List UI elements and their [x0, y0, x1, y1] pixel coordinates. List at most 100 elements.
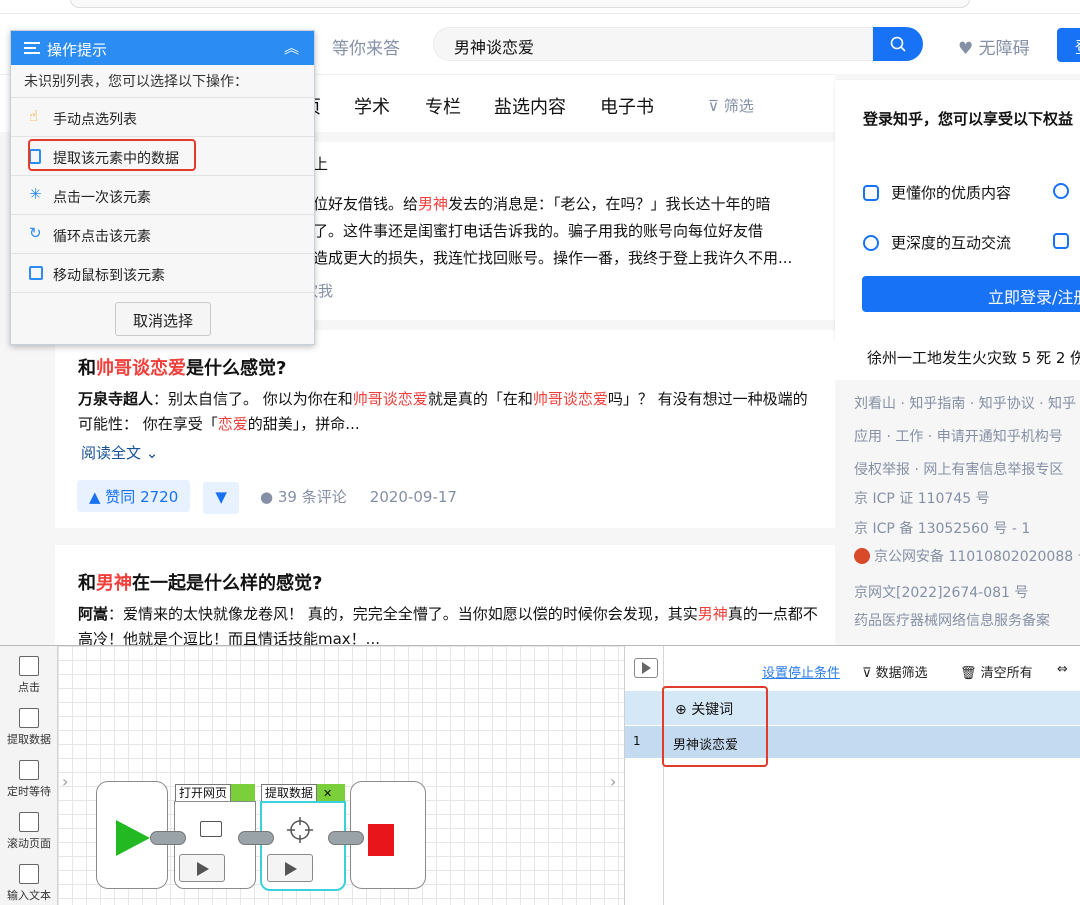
footer-line-5[interactable]: 京 ICP 备 13052560 号 - 1 [854, 518, 1030, 538]
comments-link[interactable]: ● 39 条评论 [260, 488, 347, 506]
extract-run-button[interactable] [267, 854, 313, 882]
footer-line-3[interactable]: 侵权举报 · 网上有害信息举报专区 [854, 459, 1063, 479]
browser-window-icon [200, 821, 222, 837]
search-icon [890, 36, 906, 52]
extract-label: 提取数据 ✕ [261, 784, 345, 802]
search-value: 男神谈恋爱 [454, 38, 535, 57]
loop-click-icon: ↻ [29, 224, 42, 242]
tool-wait[interactable]: 定时等待 [0, 760, 58, 799]
filter-button[interactable]: ⊽ 筛选 [708, 95, 754, 116]
connector-2 [238, 831, 274, 845]
tab-academic[interactable]: 学术 [354, 93, 390, 119]
cancel-selection-button[interactable]: 取消选择 [115, 302, 211, 336]
data-toolbar: 设置停止条件 ⊽ 数据筛选 🗑 清空所有 ⇔ [625, 646, 1080, 686]
answer-card-3: 和男神在一起是什么样的感觉? 阿嵩：爱情来的太快就像龙卷风！ 真的，完完全全懵了… [55, 545, 835, 645]
search-input[interactable]: 男神谈恋爱 [433, 27, 873, 61]
card3-excerpt[interactable]: 阿嵩：爱情来的太快就像龙卷风！ 真的，完完全全懵了。当你如愿以偿的时候你会发现，… [78, 602, 818, 645]
data-preview-panel: 设置停止条件 ⊽ 数据筛选 🗑 清空所有 ⇔ ⊕ 关键词 1 男神谈恋爱 [624, 646, 1080, 905]
chevron-down-icon: ⌄ [141, 444, 159, 462]
click-burst-icon: ✳ [29, 185, 42, 203]
grid-column-line [663, 646, 664, 905]
popup-title: 操作提示 [47, 41, 108, 59]
link-icon[interactable]: ⇔ [1057, 662, 1068, 677]
accessibility-link[interactable]: ♥ 无障碍 [958, 34, 1030, 59]
scroll-icon [19, 812, 39, 832]
tool-click[interactable]: 点击 [0, 656, 58, 695]
option-move-mouse[interactable]: 移动鼠标到该元素 [11, 253, 314, 292]
footer-line-4[interactable]: 京 ICP 证 110745 号 [854, 488, 990, 508]
open-page-run-button[interactable] [179, 854, 225, 882]
tab-salt[interactable]: 盐选内容 [494, 93, 566, 119]
benefit-content: 更懂你的优质内容 [863, 182, 1011, 203]
crosshair-icon [287, 817, 313, 843]
operation-hint-popup: 操作提示 ︽ 未识别列表，您可以选择以下操作： ☝ 手动点选列表 提取该元素中的数… [10, 30, 315, 345]
answer-card-2: 和帅哥谈恋爱是什么感觉? 万泉寺超人：别太自信了。 你以为你在和帅哥谈恋爱就是真… [55, 330, 835, 528]
benefit-interaction: 更深度的互动交流 [863, 232, 1011, 253]
hand-pointer-icon: ☝ [29, 107, 39, 125]
funnel-icon: ⊽ [708, 97, 724, 115]
run-preview-button[interactable] [634, 658, 658, 678]
footer-line-6[interactable]: 京公网安备 11010802020088 号 [854, 546, 1080, 566]
data-filter-button[interactable]: ⊽ 数据筛选 [862, 662, 928, 681]
comment-icon: ● [259, 488, 278, 506]
smile-icon [1053, 183, 1069, 199]
benefits-title: 登录知乎，您可以享受以下权益 [863, 110, 1074, 128]
option-manual-select-list[interactable]: ☝ 手动点选列表 [11, 97, 314, 136]
tool-extract[interactable]: 提取数据 [0, 708, 58, 747]
footer-line-7[interactable]: 京网文[2022]2674-081 号 [854, 582, 1028, 602]
connector-3 [328, 831, 364, 845]
collapse-icon[interactable]: ︽ [284, 37, 299, 58]
workflow-canvas[interactable]: › › 打开网页 提取数据 ✕ [58, 646, 624, 905]
police-badge-icon [854, 548, 870, 564]
card1-line1: 位好友借钱。给男神发去的消息是：「老公，在吗？」我长达十年的暗 [313, 195, 771, 213]
popup-header[interactable]: 操作提示 ︽ [11, 31, 314, 65]
login-button[interactable]: 登 [1057, 28, 1080, 62]
footer-line-2[interactable]: 应用 · 工作 · 申请开通知乎机构号 [854, 426, 1063, 446]
extract-tool-icon [19, 708, 39, 728]
tab-ebook[interactable]: 电子书 [600, 93, 654, 119]
close-icon[interactable]: ✕ [323, 787, 332, 800]
hourglass-icon [19, 760, 39, 780]
card1-line3: 造成更大的损失，我连忙找回账号。操作一番，我终于登上我许久不用... [313, 249, 793, 267]
tab-column[interactable]: 专栏 [425, 93, 461, 119]
popup-subtitle: 未识别列表，您可以选择以下操作： [24, 74, 248, 90]
card2-actions: ▲ 赞同 2720 ▼ ● 39 条评论 2020-09-17 [77, 480, 457, 514]
card2-author: 万泉寺超人 [78, 390, 154, 408]
highlight-box-data [662, 686, 768, 767]
login-register-button[interactable]: 立即登录/注册 [862, 276, 1080, 312]
tool-input[interactable]: 输入文本 [0, 864, 58, 903]
toolbox: 点击 提取数据 定时等待 滚动页面 输入文本 [0, 646, 58, 905]
expand-left-icon[interactable]: › [62, 772, 68, 791]
hot-news-item[interactable]: 徐州一工地发生火灾致 5 死 2 伤 [835, 340, 1080, 380]
expand-right-icon[interactable]: › [610, 772, 616, 791]
list-menu-icon [24, 42, 40, 54]
clear-all-button[interactable]: 🗑 清空所有 [960, 662, 1033, 681]
popup-divider [11, 292, 314, 293]
card2-excerpt[interactable]: 万泉寺超人：别太自信了。 你以为你在和帅哥谈恋爱就是真的「在和帅哥谈恋爱吗」？ … [78, 387, 818, 437]
option-loop-click[interactable]: ↻ 循环点击该元素 [11, 214, 314, 253]
nav-waiting-answer[interactable]: 等你来答 [332, 34, 400, 59]
card2-title[interactable]: 和帅哥谈恋爱是什么感觉? [78, 354, 286, 380]
highlight-box-extract [28, 139, 196, 171]
set-stop-condition-link[interactable]: 设置停止条件 [762, 662, 840, 681]
address-bar[interactable] [70, 0, 970, 8]
card3-title[interactable]: 和男神在一起是什么样的感觉? [78, 569, 322, 595]
text-input-icon [19, 864, 39, 884]
read-more-link[interactable]: 阅读全文 ⌄ [81, 442, 158, 463]
answer-date: 2020-09-17 [369, 488, 457, 506]
footer-line-1[interactable]: 刘看山 · 知乎指南 · 知乎协议 · 知乎 [854, 393, 1076, 413]
card3-author: 阿嵩 [78, 605, 109, 623]
option-click-once[interactable]: ✳ 点击一次该元素 [11, 175, 314, 214]
play-icon [642, 662, 651, 674]
funnel-icon: ⊽ [862, 666, 876, 681]
card1-line0: 上 [313, 155, 329, 173]
benefit-icon-extra-1 [1053, 182, 1080, 200]
upvote-button[interactable]: ▲ 赞同 2720 [77, 480, 191, 512]
connector-1 [150, 831, 186, 845]
click-tool-icon [19, 656, 39, 676]
footer-line-8[interactable]: 药品医疗器械网络信息服务备案 [854, 610, 1050, 630]
search-button[interactable] [873, 27, 923, 61]
tool-scroll[interactable]: 滚动页面 [0, 812, 58, 851]
downvote-button[interactable]: ▼ [203, 482, 239, 514]
heart-icon: ♥ [958, 39, 979, 59]
